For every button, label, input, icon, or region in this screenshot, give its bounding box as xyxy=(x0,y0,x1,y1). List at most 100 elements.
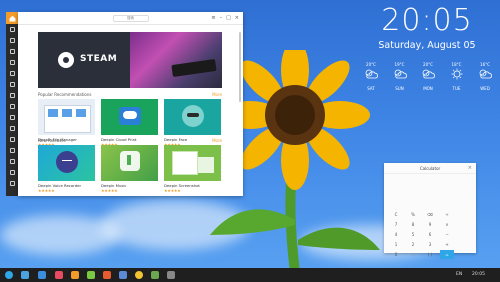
category-icon xyxy=(9,38,15,43)
sidebar-item[interactable] xyxy=(6,35,18,46)
minimize-button[interactable]: – xyxy=(220,15,223,21)
category-icon xyxy=(9,181,15,186)
sidebar-item[interactable] xyxy=(6,57,18,68)
featured-banner[interactable]: STEAM xyxy=(38,32,222,88)
weather-day-name: TUE xyxy=(452,86,461,91)
weather-day-name: WED xyxy=(480,86,490,91)
app-card[interactable]: Deepin Screenshot ★★★★★ xyxy=(164,145,221,193)
key-blank xyxy=(457,220,471,229)
window-titlebar: 搜索 ≡ – □ × xyxy=(18,12,243,25)
key-1[interactable]: 1 xyxy=(389,240,403,249)
taskbar: EN 20:05 xyxy=(0,268,500,282)
browser-icon[interactable] xyxy=(135,271,143,279)
steam-logo-icon xyxy=(58,52,74,68)
app-sidebar xyxy=(6,12,18,196)
key-decimal[interactable]: . xyxy=(406,250,420,259)
section-header: Popular Recommendations More xyxy=(38,92,222,97)
sidebar-item[interactable] xyxy=(6,156,18,167)
file-manager-icon[interactable] xyxy=(38,271,46,279)
maximize-button[interactable]: □ xyxy=(226,15,231,21)
search-input[interactable]: 搜索 xyxy=(112,14,149,22)
sidebar-item[interactable] xyxy=(6,134,18,145)
settings-icon[interactable] xyxy=(167,271,175,279)
category-icon xyxy=(9,93,15,98)
sidebar-item[interactable] xyxy=(6,24,18,35)
key-0[interactable]: 0 xyxy=(389,250,403,259)
sidebar-item[interactable] xyxy=(6,178,18,189)
key-equals[interactable]: = xyxy=(440,250,454,259)
category-icon xyxy=(9,159,15,164)
sidebar-item[interactable] xyxy=(6,123,18,134)
key-9[interactable]: 9 xyxy=(423,220,437,229)
key-6[interactable]: 6 xyxy=(423,230,437,239)
key-clear[interactable]: C xyxy=(389,210,403,219)
category-icon xyxy=(9,170,15,175)
key-plus[interactable]: + xyxy=(440,240,454,249)
app-thumbnail xyxy=(38,99,95,135)
weather-forecast: 20°C SAT 19°C SUN 20°C MON 18°C TUE 16°C… xyxy=(358,62,498,91)
app-card[interactable]: Deepin Voice Recorder ★★★★★ xyxy=(38,145,95,193)
menu-button[interactable]: ≡ xyxy=(211,15,215,21)
calculator-display xyxy=(384,174,476,210)
close-button[interactable]: × xyxy=(235,15,239,21)
window-controls: ≡ – □ × xyxy=(211,15,239,21)
music-icon[interactable] xyxy=(71,271,79,279)
sidebar-item[interactable] xyxy=(6,101,18,112)
key-multiply[interactable]: × xyxy=(440,220,454,229)
desktop-date: Saturday, August 05 xyxy=(378,40,476,51)
calculator-window: Calculator × C % ⌫ ÷ 7 8 9 × 4 5 6 − 1 2… xyxy=(384,163,476,259)
weather-day: 20°C MON xyxy=(415,62,441,91)
key-minus[interactable]: − xyxy=(440,230,454,239)
home-button[interactable] xyxy=(6,12,18,24)
key-backspace[interactable]: ⌫ xyxy=(423,210,437,219)
weather-day-name: MON xyxy=(423,86,433,91)
sidebar-item[interactable] xyxy=(6,145,18,156)
video-icon[interactable] xyxy=(87,271,95,279)
desktop-clock: 20:05 xyxy=(381,3,473,38)
key-7[interactable]: 7 xyxy=(389,220,403,229)
sidebar-item[interactable] xyxy=(6,112,18,123)
software-center-icon[interactable] xyxy=(103,271,111,279)
key-4[interactable]: 4 xyxy=(389,230,403,239)
key-divide[interactable]: ÷ xyxy=(440,210,454,219)
category-icon xyxy=(9,82,15,87)
close-button[interactable]: × xyxy=(468,165,472,171)
weather-day: 19°C SUN xyxy=(387,62,413,91)
launcher-icon[interactable] xyxy=(5,271,13,279)
key-2[interactable]: 2 xyxy=(406,240,420,249)
key-blank xyxy=(457,240,471,249)
section-title: Popular Recommendations xyxy=(38,92,92,97)
sidebar-item[interactable] xyxy=(6,68,18,79)
tray-clock[interactable]: 20:05 xyxy=(472,272,485,277)
sidebar-item[interactable] xyxy=(6,46,18,57)
home-icon xyxy=(9,15,15,21)
app-thumbnail xyxy=(38,145,95,181)
app-rating: ★★★★★ xyxy=(38,188,55,193)
key-percent[interactable]: % xyxy=(406,210,420,219)
calculator-keypad: C % ⌫ ÷ 7 8 9 × 4 5 6 − 1 2 3 + 0 . ( ) … xyxy=(384,210,476,259)
tray-language[interactable]: EN xyxy=(456,272,462,277)
key-8[interactable]: 8 xyxy=(406,220,420,229)
app-store-icon[interactable] xyxy=(55,271,63,279)
sidebar-item[interactable] xyxy=(6,90,18,101)
key-3[interactable]: 3 xyxy=(423,240,437,249)
more-link[interactable]: More xyxy=(212,138,222,143)
mail-icon[interactable] xyxy=(151,271,159,279)
sidebar-item[interactable] xyxy=(6,167,18,178)
category-icon xyxy=(9,71,15,76)
scrollbar[interactable] xyxy=(239,32,241,102)
more-link[interactable]: More xyxy=(212,92,222,97)
multitask-icon[interactable] xyxy=(21,271,29,279)
image-viewer-icon[interactable] xyxy=(119,271,127,279)
key-parentheses[interactable]: ( ) xyxy=(423,250,437,259)
category-icon xyxy=(9,126,15,131)
cloud-sun-icon xyxy=(394,69,407,79)
sidebar-item[interactable] xyxy=(6,79,18,90)
key-5[interactable]: 5 xyxy=(406,230,420,239)
cloud-sun-icon xyxy=(365,69,378,79)
key-blank xyxy=(457,250,471,259)
banner-title: STEAM xyxy=(80,54,118,64)
window-titlebar: Calculator × xyxy=(384,163,476,174)
app-card[interactable]: Deepin Music ★★★★★ xyxy=(101,145,158,193)
cloud xyxy=(0,215,120,255)
